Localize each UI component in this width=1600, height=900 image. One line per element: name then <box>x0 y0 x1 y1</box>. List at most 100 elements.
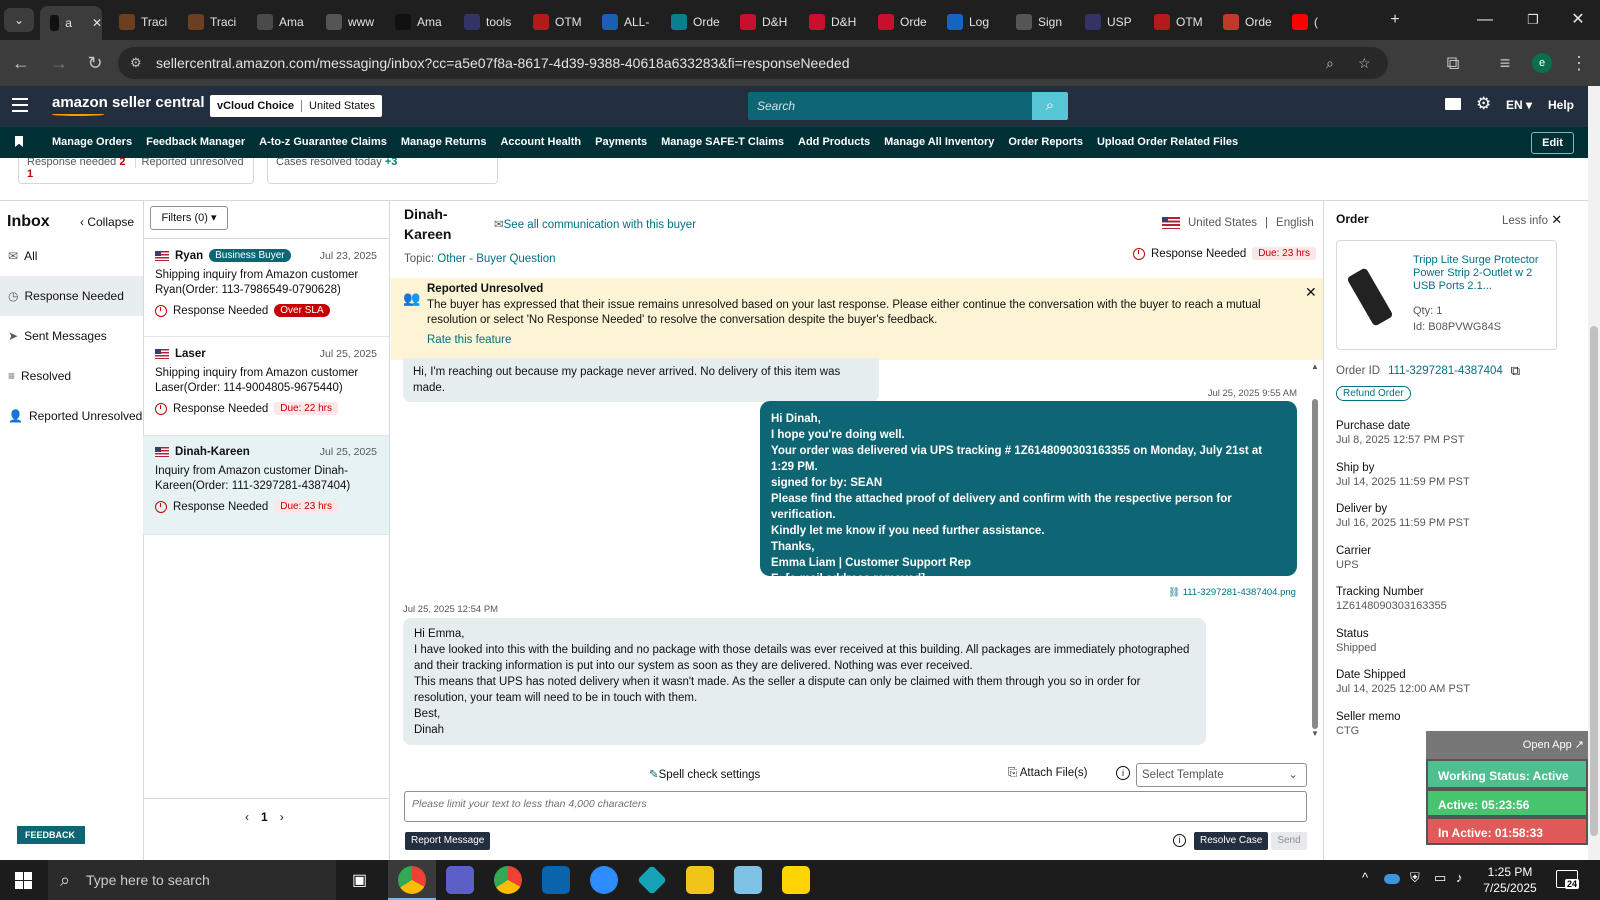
template-select[interactable]: Select Template ⌄ <box>1136 763 1307 787</box>
language-selector[interactable]: EN ▾ <box>1506 98 1532 112</box>
browser-tab[interactable]: Orde <box>661 8 729 36</box>
resolve-case-button[interactable]: Resolve Case <box>1194 832 1269 850</box>
search-input[interactable]: Search <box>748 92 1032 120</box>
rate-feature-link[interactable]: Rate this feature <box>427 334 511 346</box>
onedrive-icon[interactable] <box>1384 874 1400 884</box>
site-info-icon[interactable]: ⚙ <box>130 47 142 79</box>
search-icon[interactable]: ⌕ <box>1032 92 1068 120</box>
notepad-icon[interactable] <box>734 866 762 894</box>
browser-tab[interactable]: ( <box>1282 8 1350 36</box>
refund-order-button[interactable]: Refund Order <box>1336 386 1411 401</box>
notifications-icon[interactable]: 24 <box>1556 870 1580 889</box>
tab-search-button[interactable]: ⌄ <box>4 8 34 32</box>
account-switcher[interactable]: vCloud Choice United States <box>210 95 383 117</box>
security-icon[interactable]: ⛨ <box>1410 870 1420 886</box>
browser-tab[interactable]: D&H <box>799 8 867 36</box>
attachment-link[interactable]: ⛓ 111-3297281-4387404.png <box>1168 587 1296 598</box>
browser-tab[interactable]: a ✕ <box>40 6 102 40</box>
show-hidden-icons[interactable]: ^ <box>1362 870 1368 885</box>
less-info-button[interactable]: Less info ✕ <box>1502 212 1562 228</box>
close-tab-icon[interactable]: ✕ <box>92 16 102 30</box>
forward-icon[interactable]: → <box>48 52 70 74</box>
current-page[interactable]: 1 <box>261 810 268 824</box>
browser-tab[interactable]: Log <box>937 8 1005 36</box>
product-image[interactable] <box>1346 267 1394 327</box>
info-icon[interactable]: i <box>1116 766 1130 780</box>
close-icon[interactable]: ✕ <box>25 848 33 858</box>
restore-button[interactable]: ❐ <box>1518 8 1548 32</box>
order-id-link[interactable]: 111-3297281-4387404 <box>1388 365 1503 377</box>
windows-start-icon[interactable] <box>15 872 32 889</box>
conversation-card[interactable]: Dinah-Kareen Jul 25, 2025 Inquiry from Ama… <box>143 436 389 535</box>
summary-card-pending[interactable]: Response needed 2 Reported unresolved 1 <box>18 158 254 184</box>
task-view-icon[interactable]: ▣ <box>352 870 367 890</box>
profile-avatar[interactable]: e <box>1532 53 1552 73</box>
browser-tab[interactable]: D&H <box>730 8 798 36</box>
close-icon[interactable]: ✕ <box>1305 284 1317 301</box>
summary-card-resolved[interactable]: Cases resolved today +3 <box>267 158 498 184</box>
new-tab-button[interactable]: + <box>1380 8 1410 32</box>
close-window-button[interactable]: ✕ <box>1563 8 1593 32</box>
bookmark-star-icon[interactable]: ☆ <box>1358 47 1371 79</box>
inbox-folder-all[interactable]: ✉ All <box>0 236 143 276</box>
conversation-card[interactable]: Ryan Business Buyer Jul 23, 2025 Shipping i… <box>143 239 389 337</box>
send-button[interactable]: Send <box>1271 832 1307 850</box>
scroll-up-icon[interactable]: ▲ <box>1311 362 1319 371</box>
info-icon[interactable]: i <box>1173 834 1186 847</box>
nav-link[interactable]: Manage Returns <box>401 136 487 148</box>
extensions-icon[interactable]: ⧉ <box>1442 52 1464 74</box>
chrome-icon[interactable] <box>398 866 426 894</box>
copy-icon[interactable]: ⧉ <box>1511 363 1520 379</box>
back-icon[interactable]: ← <box>10 52 32 74</box>
scroll-thumb[interactable] <box>1312 399 1318 729</box>
bookmark-icon[interactable] <box>15 136 23 147</box>
browser-tab[interactable]: Orde <box>868 8 936 36</box>
browser-menu-icon[interactable]: ⋮ <box>1568 52 1590 74</box>
inbox-folder-response-needed[interactable]: ◷ Response Needed <box>0 276 143 316</box>
taskbar-search[interactable]: ⌕ Type here to search <box>48 860 336 900</box>
inbox-folder-reported-unresolved[interactable]: 👤 Reported Unresolved <box>0 396 143 436</box>
inbox-folder-resolved[interactable]: ≡ Resolved <box>0 356 143 396</box>
nav-link[interactable]: Account Health <box>500 136 581 148</box>
nav-link[interactable]: Payments <box>595 136 647 148</box>
nav-link[interactable]: Add Products <box>798 136 870 148</box>
help-link[interactable]: Help <box>1548 98 1574 112</box>
browser-tab[interactable]: Ama <box>247 8 315 36</box>
collapse-button[interactable]: ‹ Collapse <box>80 215 134 229</box>
zoom-icon[interactable]: ⌕ <box>1326 47 1334 79</box>
open-app-link[interactable]: Open App ↗ <box>1523 738 1584 751</box>
edit-nav-button[interactable]: Edit <box>1531 132 1574 154</box>
zoom-icon[interactable] <box>590 866 618 894</box>
prev-page-icon[interactable]: ‹ <box>245 810 249 824</box>
chrome-profile-icon[interactable] <box>494 866 522 894</box>
browser-tab[interactable]: Sign <box>1006 8 1074 36</box>
browser-tab[interactable]: www <box>316 8 384 36</box>
network-icon[interactable]: ▭ <box>1434 870 1446 886</box>
browser-tab[interactable]: Orde <box>1213 8 1281 36</box>
browser-tab[interactable]: OTM <box>1144 8 1212 36</box>
outlook-icon[interactable] <box>542 866 570 894</box>
seller-central-logo[interactable]: amazon seller central <box>52 94 205 111</box>
sticky-notes-icon[interactable] <box>782 866 810 894</box>
scroll-down-icon[interactable]: ▼ <box>1311 729 1319 738</box>
settings-gear-icon[interactable]: ⚙ <box>1476 94 1491 114</box>
nav-link[interactable]: Manage All Inventory <box>884 136 994 148</box>
report-message-button[interactable]: Report Message <box>405 832 491 850</box>
reload-icon[interactable]: ↻ <box>84 52 106 74</box>
nav-link[interactable]: Manage SAFE-T Claims <box>661 136 784 148</box>
volume-icon[interactable]: ♪ <box>1456 870 1463 885</box>
see-all-communication-link[interactable]: ✉See all communication with this buyer <box>494 217 696 231</box>
reply-textarea[interactable]: Please limit your text to less than 4,00… <box>404 791 1307 822</box>
spell-check-settings[interactable]: ✎Spell check settings <box>649 767 760 781</box>
page-scrollbar[interactable] <box>1588 86 1600 860</box>
feedback-button[interactable]: FEEDBACK ✕ <box>17 826 85 858</box>
browser-tab[interactable]: tools <box>454 8 522 36</box>
message-scrollbar[interactable]: ▲ ▼ <box>1311 362 1319 752</box>
next-page-icon[interactable]: › <box>280 810 284 824</box>
browser-tab[interactable]: USP <box>1075 8 1143 36</box>
inbox-folder-sent-messages[interactable]: ➤ Sent Messages <box>0 316 143 356</box>
browser-tab[interactable]: OTM <box>523 8 591 36</box>
file-explorer-icon[interactable] <box>686 866 714 894</box>
nav-link[interactable]: Upload Order Related Files <box>1097 136 1238 148</box>
filters-button[interactable]: Filters (0) ▾ <box>150 206 228 230</box>
